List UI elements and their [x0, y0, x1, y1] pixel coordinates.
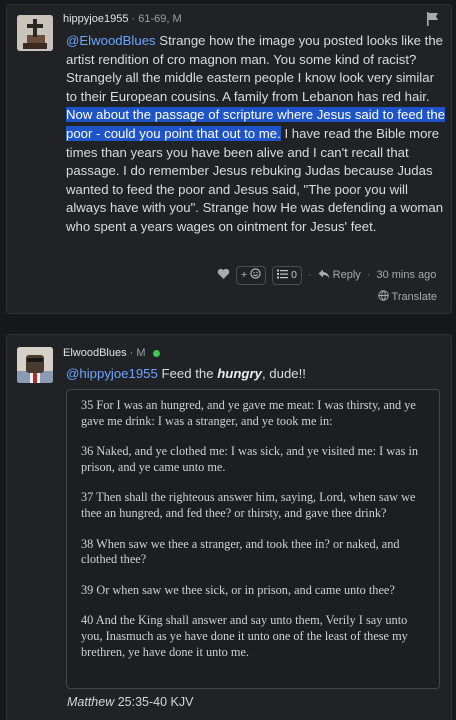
emphasized-text: hungry: [217, 366, 262, 381]
separator: ·: [307, 269, 312, 281]
list-icon: [277, 269, 289, 282]
online-status-icon: [152, 349, 160, 357]
smiley-icon: [250, 268, 261, 282]
heart-icon[interactable]: [217, 268, 230, 283]
comment-actions: + 0 · Reply · 30 mins ago: [217, 264, 436, 286]
user-info: M: [136, 347, 146, 359]
verse: 35 For I was an hungred, and ye gave me …: [81, 398, 416, 428]
replies-count: 0: [291, 269, 297, 281]
separator: ·: [366, 269, 371, 281]
flag-icon[interactable]: [425, 11, 441, 27]
verse: 36 Naked, and ye clothed me: I was sick,…: [81, 444, 419, 474]
scripture-citation: Matthew 25:35-40 KJV: [67, 695, 193, 709]
translate-button[interactable]: Translate: [377, 290, 437, 304]
user-info: 61-69, M: [138, 13, 182, 25]
comment-text-part: I have read the Bible more times than ye…: [66, 125, 444, 234]
comment-body: @ElwoodBlues Strange how the image you p…: [66, 32, 446, 237]
comment-card-hippyjoe1955: hippyjoe1955 · 61-69, M @ElwoodBlues Str…: [6, 4, 452, 314]
mention-link[interactable]: @ElwoodBlues: [66, 33, 156, 48]
username[interactable]: ElwoodBlues: [63, 347, 127, 359]
globe-icon: [377, 290, 389, 304]
reply-button[interactable]: Reply: [318, 269, 361, 282]
reply-label: Reply: [332, 269, 361, 281]
comment-meta: hippyjoe1955 · 61-69, M: [63, 13, 182, 25]
avatar[interactable]: [17, 15, 53, 51]
comment-body: @hippyjoe1955 Feed the hungry, dude!!: [66, 365, 446, 384]
citation-book: Matthew: [67, 695, 115, 709]
verse: 40 And the King shall answer and say unt…: [81, 613, 408, 659]
translate-label: Translate: [391, 291, 437, 303]
mention-link[interactable]: @hippyjoe1955: [66, 366, 158, 381]
replies-count-button[interactable]: 0: [272, 265, 302, 285]
verse: 39 Or when saw we thee sick, or in priso…: [81, 582, 395, 597]
reply-icon: [318, 269, 330, 282]
comment-text-part: , dude!!: [261, 366, 306, 381]
scripture-quote: 35 For I was an hungred, and ye gave me …: [66, 389, 440, 689]
comment-meta: ElwoodBlues · M: [63, 347, 160, 359]
add-reaction-label: +: [241, 269, 248, 281]
username[interactable]: hippyjoe1955: [63, 13, 128, 25]
verse: 37 Then shall the righteous answer him, …: [81, 490, 416, 520]
citation-ref: 25:35-40 KJV: [114, 695, 194, 709]
comment-text-part: Feed the: [157, 366, 218, 381]
timestamp: 30 mins ago: [376, 269, 437, 281]
avatar[interactable]: [17, 347, 53, 383]
add-reaction-button[interactable]: +: [236, 265, 267, 285]
comment-card-elwoodblues: ElwoodBlues · M @hippyjoe1955 Feed the h…: [6, 334, 452, 720]
verse: 38 When saw we thee a stranger, and took…: [81, 536, 400, 567]
